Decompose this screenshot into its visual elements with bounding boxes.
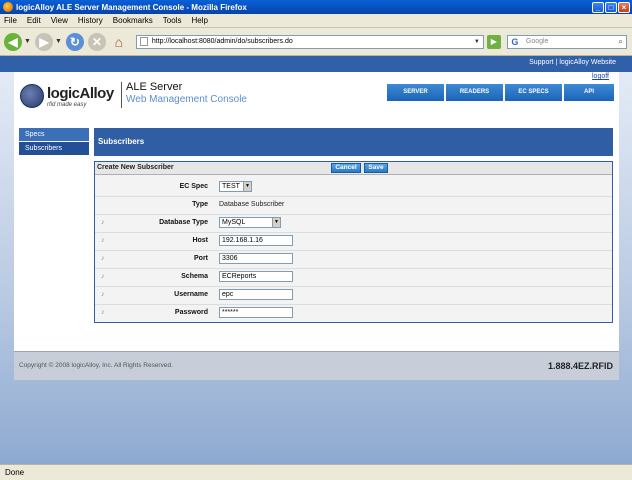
window-title: logicAlloy ALE Server Management Console…	[16, 2, 247, 12]
form-header: Create New Subscriber Cancel Save	[95, 162, 612, 175]
phone-number: 1.888.4EZ.RFID	[547, 361, 613, 371]
close-button[interactable]: ×	[618, 1, 630, 13]
chevron-down-icon[interactable]: ▼	[272, 218, 280, 227]
go-arrow-icon[interactable]: ▶	[486, 34, 501, 49]
help-icon[interactable]: ♪	[101, 255, 105, 262]
url-dropdown-icon[interactable]: ▼	[474, 39, 480, 45]
menu-bookmarks[interactable]: Bookmarks	[113, 16, 153, 25]
search-icon[interactable]: ⌕	[618, 37, 622, 47]
ec-spec-select[interactable]: TEST ▼	[219, 181, 252, 192]
save-button[interactable]: Save	[364, 163, 388, 173]
menu-view[interactable]: View	[51, 16, 68, 25]
minimize-button[interactable]: _	[592, 1, 604, 13]
password-input[interactable]: ******	[219, 307, 293, 318]
top-links[interactable]: Support | logicAlloy Website	[529, 59, 616, 66]
url-bar[interactable]: http://localhost:8080/admin/do/subscribe…	[135, 34, 484, 49]
search-bar[interactable]: G Google ⌕	[506, 34, 627, 49]
type-value: Database Subscriber	[219, 201, 285, 208]
logicalloy-logo: logicAlloy rfid made easy	[20, 80, 116, 112]
help-icon[interactable]: ♪	[101, 219, 105, 226]
console-page: logoff logicAlloy rfid made easy ALE Ser…	[14, 72, 619, 380]
section-title: Subscribers	[94, 128, 613, 156]
logo-name: logicAlloy	[47, 84, 114, 102]
cancel-button[interactable]: Cancel	[331, 163, 361, 173]
maximize-button[interactable]: □	[605, 1, 617, 13]
form-title: Create New Subscriber	[97, 164, 174, 171]
nav-server[interactable]: SERVER	[387, 84, 444, 101]
back-dropdown-icon[interactable]: ▼	[24, 38, 31, 45]
header-divider	[121, 82, 122, 108]
row-type: Type Database Subscriber	[95, 197, 612, 214]
row-password: ♪ Password ******	[95, 305, 612, 322]
firefox-icon	[3, 2, 13, 12]
menu-help[interactable]: Help	[191, 16, 207, 25]
row-ec-spec: EC Spec TEST ▼	[95, 179, 612, 196]
create-subscriber-form: Create New Subscriber Cancel Save EC Spe…	[94, 161, 613, 323]
schema-input[interactable]: ECReports	[219, 271, 293, 282]
home-icon[interactable]: ⌂	[110, 33, 128, 51]
nav-readers[interactable]: READERS	[446, 84, 503, 101]
schema-label: Schema	[181, 273, 208, 280]
menu-tools[interactable]: Tools	[163, 16, 182, 25]
sidebar-item-specs[interactable]: Specs	[19, 128, 89, 141]
menu-bar: File Edit View History Bookmarks Tools H…	[0, 14, 632, 28]
port-input[interactable]: 3306	[219, 253, 293, 264]
url-text[interactable]: http://localhost:8080/admin/do/subscribe…	[152, 38, 474, 45]
logo-mark-icon	[20, 84, 44, 108]
sidebar: Specs Subscribers	[19, 128, 89, 156]
host-label: Host	[192, 237, 208, 244]
row-schema: ♪ Schema ECReports	[95, 269, 612, 286]
window-titlebar: logicAlloy ALE Server Management Console…	[0, 0, 632, 14]
status-bar: Done	[0, 464, 632, 480]
google-icon[interactable]: G	[508, 36, 522, 48]
page-footer: Copyright © 2008 logicAlloy, Inc. All Ri…	[14, 351, 619, 380]
search-input[interactable]: Google	[526, 38, 619, 45]
nav-ec-specs[interactable]: EC SPECS	[505, 84, 562, 101]
logo-tagline: rfid made easy	[47, 101, 87, 108]
help-icon[interactable]: ♪	[101, 237, 105, 244]
ec-spec-value: TEST	[222, 183, 240, 190]
menu-history[interactable]: History	[78, 16, 103, 25]
sidebar-item-subscribers[interactable]: Subscribers	[19, 142, 89, 155]
database-type-select[interactable]: MySQL ▼	[219, 217, 281, 228]
nav-api[interactable]: API	[564, 84, 614, 101]
help-icon[interactable]: ♪	[101, 273, 105, 280]
web-content: Support | logicAlloy Website logoff logi…	[0, 56, 632, 464]
password-label: Password	[174, 309, 208, 316]
top-strip: Support | logicAlloy Website	[0, 56, 632, 72]
menu-file[interactable]: File	[4, 16, 17, 25]
menu-edit[interactable]: Edit	[27, 16, 41, 25]
help-icon[interactable]: ♪	[101, 291, 105, 298]
row-database-type: ♪ Database Type MySQL ▼	[95, 215, 612, 232]
row-host: ♪ Host 192.168.1.16	[95, 233, 612, 250]
username-input[interactable]: epc	[219, 289, 293, 300]
app-title-main: ALE Server	[126, 81, 183, 93]
help-icon[interactable]: ♪	[101, 309, 105, 316]
stop-icon[interactable]: ✕	[87, 32, 106, 51]
row-port: ♪ Port 3306	[95, 251, 612, 268]
logoff-link[interactable]: logoff	[592, 73, 609, 80]
forward-dropdown-icon[interactable]: ▼	[55, 38, 62, 45]
copyright-text: Copyright © 2008 logicAlloy, Inc. All Ri…	[19, 362, 173, 369]
port-label: Port	[194, 255, 208, 262]
forward-arrow-icon[interactable]: ▶	[34, 32, 53, 51]
navigation-toolbar: ◀ ▼ ▶ ▼ ↻ ✕ ⌂ http://localhost:8080/admi…	[0, 28, 632, 56]
database-type-label: Database Type	[159, 219, 208, 226]
type-label: Type	[192, 201, 208, 208]
page-icon	[139, 37, 148, 46]
database-type-value: MySQL	[222, 219, 246, 226]
main-nav: SERVER READERS EC SPECS API	[387, 84, 614, 101]
back-arrow-icon[interactable]: ◀	[4, 32, 22, 51]
app-title-sub: Web Management Console	[126, 94, 247, 105]
row-username: ♪ Username epc	[95, 287, 612, 304]
ec-spec-label: EC Spec	[179, 183, 208, 190]
username-label: Username	[174, 291, 208, 298]
app-title: ALE Server Web Management Console	[126, 81, 247, 105]
chevron-down-icon[interactable]: ▼	[243, 182, 251, 191]
host-input[interactable]: 192.168.1.16	[219, 235, 293, 246]
reload-icon[interactable]: ↻	[65, 32, 84, 51]
